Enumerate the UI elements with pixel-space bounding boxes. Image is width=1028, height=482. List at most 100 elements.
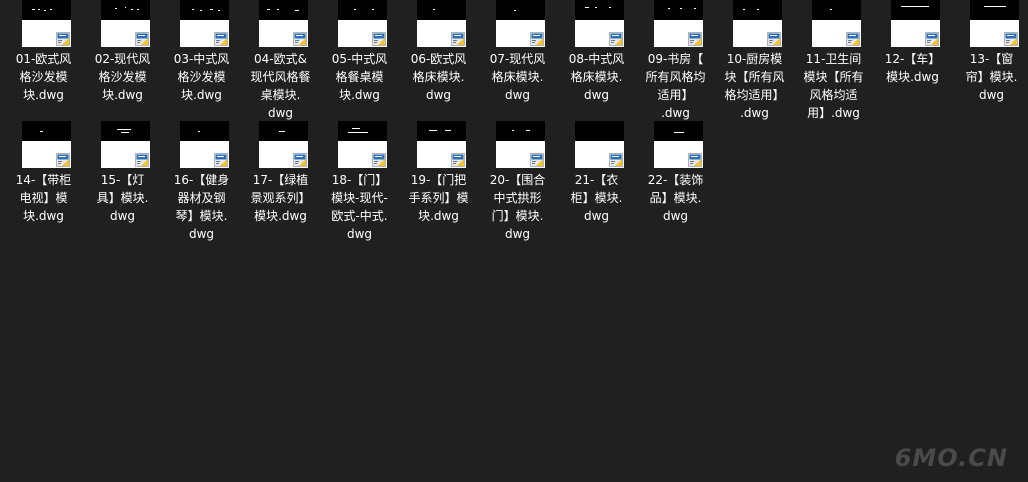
file-thumbnail (575, 0, 624, 47)
file-item[interactable]: 06-欧式风 格床模块. dwg (399, 0, 478, 118)
dwg-file-icon (372, 32, 386, 46)
file-name: 14-【带柜 电视】模 块.dwg (15, 173, 72, 223)
thumbnail-preview (654, 0, 703, 20)
thumbnail-preview (338, 0, 387, 20)
file-thumbnail (891, 0, 940, 47)
thumbnail-preview (101, 0, 150, 20)
dwg-file-icon (451, 153, 465, 167)
dwg-file-icon (214, 32, 228, 46)
file-item[interactable]: 04-欧式& 现代风格餐 桌模块. dwg (241, 0, 320, 120)
file-thumbnail (259, 121, 308, 168)
thumbnail-preview (101, 121, 150, 141)
file-thumbnail (575, 121, 624, 168)
thumbnail-preview (417, 0, 466, 20)
dwg-file-icon (451, 32, 465, 46)
file-item[interactable]: 07-现代风 格床模块. dwg (478, 0, 557, 118)
file-item[interactable]: 05-中式风 格餐桌模 块.dwg (320, 0, 399, 118)
thumbnail-preview (812, 0, 861, 20)
file-item[interactable]: 19-【门把 手系列】模 块.dwg (399, 121, 478, 239)
thumbnail-preview (496, 0, 545, 20)
file-thumbnail (259, 0, 308, 47)
file-item[interactable]: 12-【车】 模块.dwg (873, 0, 952, 118)
dwg-file-icon (214, 153, 228, 167)
dwg-file-icon (609, 32, 623, 46)
dwg-file-icon (688, 32, 702, 46)
file-name: 10-厨房模 块【所有风 格均适用】 .dwg (724, 52, 785, 120)
file-name: 08-中式风 格床模块. dwg (568, 52, 625, 102)
file-thumbnail (22, 121, 71, 168)
dwg-file-icon (925, 32, 939, 46)
dwg-file-icon (609, 153, 623, 167)
file-name: 16-【健身 器材及钢 琴】模块. dwg (173, 173, 230, 241)
file-thumbnail (338, 121, 387, 168)
file-name: 04-欧式& 现代风格餐 桌模块. dwg (250, 52, 311, 120)
file-item[interactable]: 09-书房【 所有风格均 适用】 .dwg (636, 0, 715, 120)
file-item[interactable]: 22-【装饰 品】模块. dwg (636, 121, 715, 239)
file-thumbnail (417, 0, 466, 47)
file-name: 18-【门】 模块-现代- 欧式-中式. dwg (331, 173, 388, 241)
file-item[interactable]: 17-【绿植 景观系列】 模块.dwg (241, 121, 320, 239)
dwg-file-icon (1004, 32, 1018, 46)
thumbnail-preview (654, 121, 703, 141)
thumbnail-preview (417, 121, 466, 141)
file-name: 07-现代风 格床模块. dwg (489, 52, 546, 102)
thumbnail-preview (259, 121, 308, 141)
thumbnail-preview (496, 121, 545, 141)
file-thumbnail (101, 0, 150, 47)
file-item[interactable]: 03-中式风 格沙发模 块.dwg (162, 0, 241, 118)
dwg-file-icon (846, 32, 860, 46)
file-thumbnail (733, 0, 782, 47)
file-item[interactable]: 02-现代风 格沙发模 块.dwg (83, 0, 162, 118)
file-item[interactable]: 18-【门】 模块-现代- 欧式-中式. dwg (320, 121, 399, 241)
file-name: 17-【绿植 景观系列】 模块.dwg (250, 173, 311, 223)
dwg-file-icon (293, 153, 307, 167)
dwg-file-icon (530, 153, 544, 167)
dwg-file-icon (372, 153, 386, 167)
file-item[interactable]: 10-厨房模 块【所有风 格均适用】 .dwg (715, 0, 794, 120)
file-item[interactable]: 20-【围合 中式拱形 门】模块. dwg (478, 121, 557, 241)
dwg-file-icon (688, 153, 702, 167)
file-name: 15-【灯 具】模块. dwg (96, 173, 149, 223)
file-name: 03-中式风 格沙发模 块.dwg (173, 52, 230, 102)
watermark: 6MO.CN (894, 444, 1008, 472)
file-thumbnail (338, 0, 387, 47)
dwg-file-icon (56, 153, 70, 167)
file-name: 13-【窗 帘】模块. dwg (965, 52, 1018, 102)
thumbnail-preview (891, 0, 940, 20)
file-name: 20-【围合 中式拱形 门】模块. dwg (489, 173, 546, 241)
thumbnail-preview (338, 121, 387, 141)
dwg-file-icon (767, 32, 781, 46)
file-name: 21-【衣 柜】模块. dwg (570, 173, 623, 223)
thumbnail-preview (22, 121, 71, 141)
file-thumbnail (180, 121, 229, 168)
file-item[interactable]: 08-中式风 格床模块. dwg (557, 0, 636, 118)
file-thumbnail (654, 0, 703, 47)
dwg-file-icon (135, 153, 149, 167)
file-grid: 01-欧式风 格沙发模 块.dwg 02-现代风 格沙发模 块.dwg 03-中式风… (0, 0, 1028, 482)
file-item[interactable]: 13-【窗 帘】模块. dwg (952, 0, 1028, 118)
file-thumbnail (496, 0, 545, 47)
file-name: 11-卫生间 模块【所有 风格均适 用】.dwg (803, 52, 864, 120)
thumbnail-preview (180, 121, 229, 141)
file-name: 06-欧式风 格床模块. dwg (410, 52, 467, 102)
dwg-file-icon (530, 32, 544, 46)
file-name: 12-【车】 模块.dwg (884, 52, 941, 84)
file-thumbnail (417, 121, 466, 168)
file-thumbnail (970, 0, 1019, 47)
file-item[interactable]: 15-【灯 具】模块. dwg (83, 121, 162, 239)
dwg-file-icon (135, 32, 149, 46)
file-thumbnail (101, 121, 150, 168)
dwg-file-icon (293, 32, 307, 46)
file-item[interactable]: 16-【健身 器材及钢 琴】模块. dwg (162, 121, 241, 241)
thumbnail-preview (22, 0, 71, 20)
thumbnail-preview (259, 0, 308, 20)
file-item[interactable]: 11-卫生间 模块【所有 风格均适 用】.dwg (794, 0, 873, 120)
thumbnail-preview (180, 0, 229, 20)
file-name: 09-书房【 所有风格均 适用】 .dwg (645, 52, 706, 120)
thumbnail-preview (575, 121, 624, 141)
file-item[interactable]: 01-欧式风 格沙发模 块.dwg (4, 0, 83, 118)
file-name: 19-【门把 手系列】模 块.dwg (408, 173, 469, 223)
file-thumbnail (22, 0, 71, 47)
file-item[interactable]: 21-【衣 柜】模块. dwg (557, 121, 636, 239)
file-item[interactable]: 14-【带柜 电视】模 块.dwg (4, 121, 83, 239)
